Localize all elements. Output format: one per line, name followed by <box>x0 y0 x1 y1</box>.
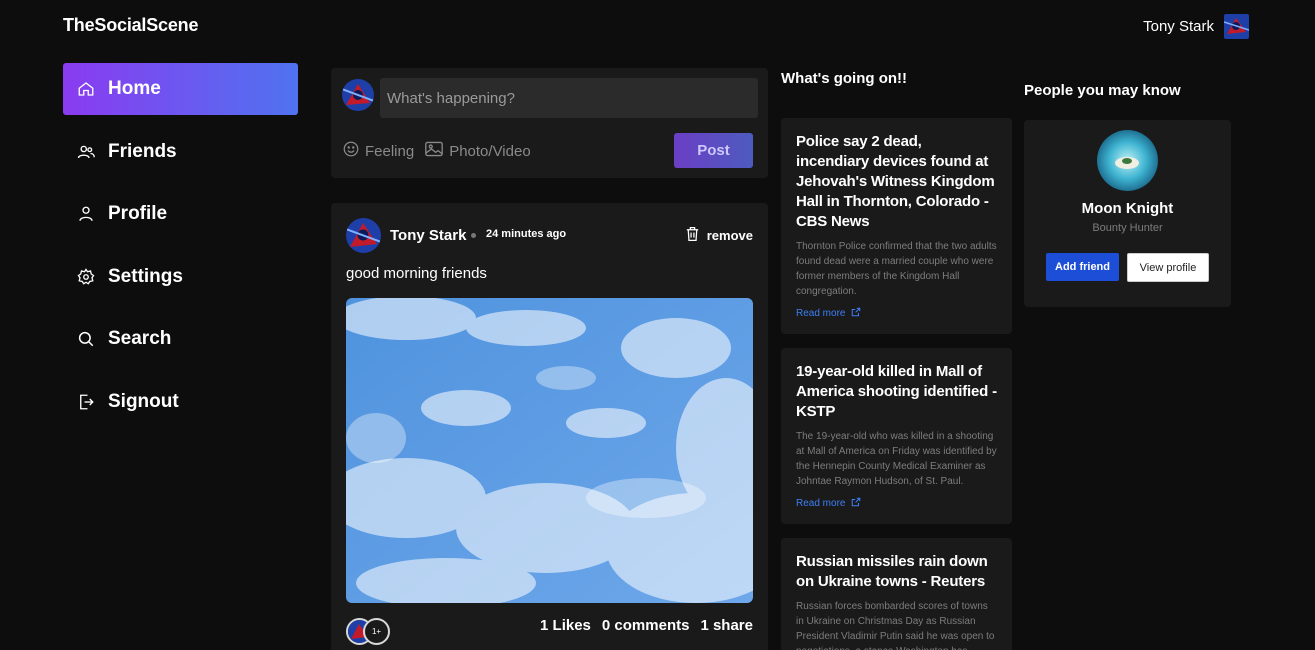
external-link-icon <box>851 307 861 320</box>
trash-icon <box>684 225 701 246</box>
sidebar-item-label: Signout <box>108 390 179 412</box>
sidebar-item-friends[interactable]: Friends <box>63 126 298 178</box>
composer-avatar <box>342 79 374 111</box>
post-author-avatar[interactable] <box>346 218 381 253</box>
view-profile-button[interactable]: View profile <box>1127 253 1209 282</box>
sidebar-item-label: Friends <box>108 140 177 162</box>
likes-count[interactable]: 1 Likes <box>540 617 591 634</box>
read-more-link[interactable]: Read more <box>796 497 861 510</box>
remove-post-button[interactable]: remove <box>684 225 753 246</box>
remove-label: remove <box>706 228 753 243</box>
brand-logo[interactable]: TheSocialScene <box>63 15 198 36</box>
news-headline: Police say 2 dead, incendiary devices fo… <box>796 133 995 230</box>
friend-suggestion-card: Moon Knight Bounty Hunter Add friend Vie… <box>1024 120 1231 307</box>
suggestion-role: Bounty Hunter <box>1092 222 1163 234</box>
sidebar-item-label: Profile <box>108 203 168 224</box>
news-description: Russian forces bombarded scores of towns… <box>796 601 995 650</box>
post-button[interactable]: Post <box>674 133 753 168</box>
sidebar-item-label: Settings <box>108 265 183 287</box>
external-link-icon <box>851 497 861 510</box>
people-section-title: People you may know <box>1024 82 1181 99</box>
post-text: good morning friends <box>346 265 487 282</box>
post-image-sky[interactable] <box>346 298 753 603</box>
add-friend-button[interactable]: Add friend <box>1046 253 1119 281</box>
shares-count[interactable]: 1 share <box>700 617 753 634</box>
sidebar-nav: Home Friends Profile Settings Search Sig… <box>63 63 298 438</box>
suggestion-name[interactable]: Moon Knight <box>1024 200 1231 217</box>
feed-post: Tony Stark 24 minutes ago remove good mo… <box>331 203 768 650</box>
post-composer: Feeling Photo/Video Post <box>331 68 768 178</box>
signout-icon <box>77 393 95 411</box>
comments-count[interactable]: 0 comments <box>602 617 690 634</box>
sidebar-item-search[interactable]: Search <box>63 313 298 365</box>
sidebar-item-home[interactable]: Home <box>63 63 298 115</box>
read-more-link[interactable]: Read more <box>796 307 861 320</box>
separator-dot <box>471 233 476 238</box>
likers-more-badge: 1+ <box>363 618 390 645</box>
likers-avatars[interactable]: 1+ <box>346 618 390 645</box>
image-icon <box>424 140 444 162</box>
read-more-label: Read more <box>796 308 846 319</box>
status-input[interactable] <box>380 78 758 118</box>
news-headline: 19-year-old killed in Mall of America sh… <box>796 363 997 420</box>
news-headline: Russian missiles rain down on Ukraine to… <box>796 553 988 590</box>
gear-icon <box>77 267 95 286</box>
app-root: TheSocialScene Tony Stark Home Friends P… <box>0 0 1315 650</box>
news-card: 19-year-old killed in Mall of America sh… <box>781 348 1012 524</box>
suggestion-avatar[interactable] <box>1097 130 1158 191</box>
smiley-icon <box>342 140 360 162</box>
user-name: Tony Stark <box>1143 18 1214 35</box>
feeling-label: Feeling <box>365 142 415 160</box>
news-card: Russian missiles rain down on Ukraine to… <box>781 538 1012 650</box>
post-timestamp: 24 minutes ago <box>486 228 567 240</box>
profile-icon <box>77 205 95 223</box>
post-author-name[interactable]: Tony Stark <box>390 227 466 244</box>
post-stats: 1 Likes 0 comments 1 share <box>540 617 753 634</box>
sidebar-item-signout[interactable]: Signout <box>63 376 298 428</box>
composer-actions: Feeling Photo/Video <box>342 140 531 162</box>
home-icon <box>77 80 95 98</box>
news-section-title: What's going on!! <box>781 70 908 87</box>
sidebar-item-label: Search <box>108 328 172 349</box>
news-card: Police say 2 dead, incendiary devices fo… <box>781 118 1012 334</box>
search-icon <box>77 330 95 348</box>
sidebar-item-profile[interactable]: Profile <box>63 188 298 240</box>
sidebar-item-label: Home <box>108 78 161 99</box>
news-description: The 19-year-old who was killed in a shoo… <box>796 431 997 487</box>
user-menu[interactable]: Tony Stark <box>1143 14 1249 39</box>
news-description: Thornton Police confirmed that the two a… <box>796 241 997 297</box>
feeling-button[interactable]: Feeling <box>342 140 414 162</box>
photo-video-button[interactable]: Photo/Video <box>424 140 531 162</box>
friends-icon <box>77 143 95 161</box>
sidebar-item-settings[interactable]: Settings <box>63 251 298 303</box>
photo-video-label: Photo/Video <box>449 142 531 160</box>
read-more-label: Read more <box>796 498 846 509</box>
user-avatar[interactable] <box>1224 14 1249 39</box>
